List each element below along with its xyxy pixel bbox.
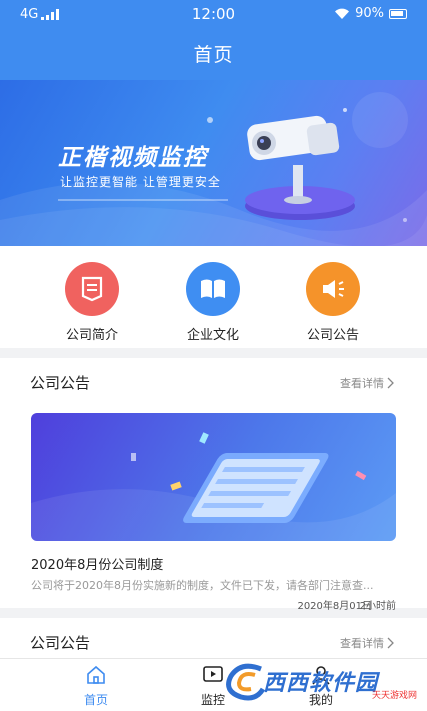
home-icon [87, 665, 105, 684]
speaker-icon [306, 262, 360, 316]
chevron-right-icon [387, 637, 394, 649]
security-camera-icon [245, 115, 355, 220]
bottom-tab-bar: 首页 监控 我的 西西软件园 天天游戏网 [0, 658, 427, 711]
quick-link-announcements[interactable]: 公司公告 [283, 262, 383, 343]
status-bar: 4G 12:00 90% [0, 0, 427, 30]
section-title: 公司公告 [30, 634, 91, 652]
battery-percent: 90% [355, 6, 384, 21]
watermark-tag: 天天游戏网 [371, 691, 417, 701]
quick-link-label: 公司简介 [65, 328, 118, 343]
book-icon [186, 262, 240, 316]
news-illustration [31, 432, 396, 541]
news-title[interactable]: 2020年8月份公司制度 [31, 554, 163, 573]
quick-link-culture[interactable]: 企业文化 [163, 262, 263, 343]
banner-title: 正楷视频监控 [58, 145, 208, 171]
view-details-link[interactable]: 查看详情 [340, 635, 395, 651]
banner-divider [58, 199, 228, 201]
watermark-text: 西西软件园 [263, 671, 379, 696]
hero-banner[interactable]: 正楷视频监控 让监控更智能 让管理更安全 [0, 80, 427, 246]
battery-icon [389, 8, 407, 19]
view-details-label: 查看详情 [340, 377, 384, 390]
quick-link-company-intro[interactable]: 公司简介 [42, 262, 142, 343]
tab-home[interactable]: 首页 [71, 664, 121, 708]
news-description: 公司将于2020年8月份实施新的制度，文件已下发，请各部门注意查... [31, 579, 374, 592]
view-details-link[interactable]: 查看详情 [340, 375, 395, 391]
top-bar: 4G 12:00 90% 首页 [0, 0, 427, 80]
announcement-section: 公司公告 查看详情 2020年8月份公司制度 公司将于2020年8月份实施新的制… [0, 358, 427, 612]
quick-link-label: 公司公告 [306, 328, 359, 343]
wifi-icon [335, 8, 350, 19]
bookmark-icon [65, 262, 119, 316]
chevron-right-icon [387, 377, 394, 389]
news-image[interactable] [31, 413, 396, 541]
section-title: 公司公告 [30, 374, 91, 392]
status-right: 90% [334, 6, 407, 21]
quick-links: 公司简介 企业文化 公司公告 [0, 246, 427, 348]
tab-label: 首页 [83, 693, 108, 707]
news-time-ago: 2小时前 [359, 601, 396, 612]
page-title: 首页 [193, 44, 234, 66]
announcement-section: 公司公告 查看详情 [0, 618, 427, 658]
banner-subtitle: 让监控更智能 让管理更安全 [60, 175, 221, 189]
watermark-logo: 西西软件园 天天游戏网 [221, 661, 421, 703]
view-details-label: 查看详情 [340, 637, 384, 650]
quick-link-label: 企业文化 [186, 328, 239, 343]
